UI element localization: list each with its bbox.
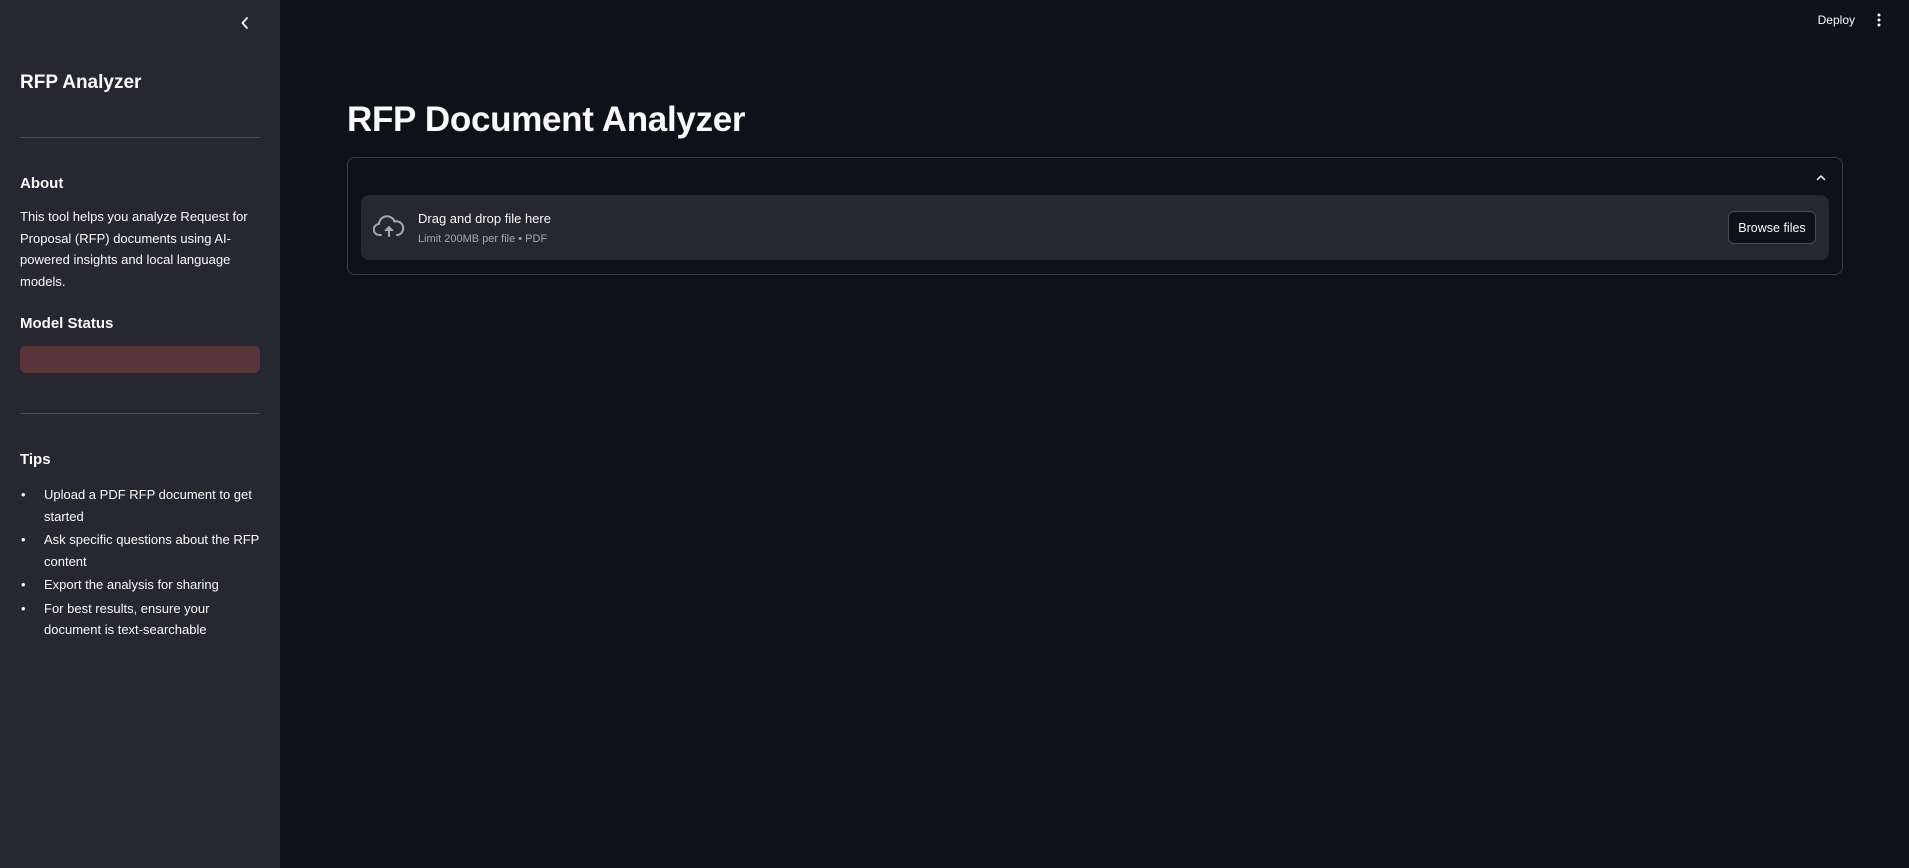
collapse-sidebar-button[interactable] xyxy=(236,12,254,34)
list-item: • For best results, ensure your document… xyxy=(20,598,260,641)
bullet: • xyxy=(21,577,26,592)
main-menu-button[interactable] xyxy=(1873,11,1885,29)
page-title: RFP Document Analyzer xyxy=(347,100,746,139)
upload-expander: Drag and drop file here Limit 200MB per … xyxy=(347,157,1843,275)
tips-list: • Upload a PDF RFP document to get start… xyxy=(20,484,260,643)
dropzone-label: Drag and drop file here xyxy=(418,211,551,226)
chevron-up-icon xyxy=(1816,174,1826,180)
sidebar: RFP Analyzer About This tool helps you a… xyxy=(0,0,280,868)
model-status-heading: Model Status xyxy=(20,315,114,332)
sidebar-title: RFP Analyzer xyxy=(20,72,142,93)
file-dropzone[interactable]: Drag and drop file here Limit 200MB per … xyxy=(361,195,1829,260)
tip-text: Upload a PDF RFP document to get started xyxy=(44,487,252,524)
list-item: • Ask specific questions about the RFP c… xyxy=(20,529,260,572)
tips-heading: Tips xyxy=(20,451,51,468)
about-text: This tool helps you analyze Request for … xyxy=(20,209,248,289)
list-item: • Upload a PDF RFP document to get start… xyxy=(20,484,260,527)
browse-files-button[interactable]: Browse files xyxy=(1728,211,1816,244)
bullet: • xyxy=(21,487,26,502)
divider xyxy=(20,413,260,414)
expander-toggle[interactable] xyxy=(1814,170,1828,184)
chevron-left-icon xyxy=(241,17,248,29)
tip-text: Export the analysis for sharing xyxy=(44,577,219,592)
about-heading: About xyxy=(20,175,64,192)
dropzone-limit-text: Limit 200MB per file • PDF xyxy=(418,233,548,245)
list-item: • Export the analysis for sharing xyxy=(20,574,260,596)
bullet: • xyxy=(21,532,26,547)
kebab-menu-icon xyxy=(1877,13,1881,27)
divider xyxy=(20,137,260,138)
cloud-upload-icon xyxy=(373,215,405,237)
deploy-button[interactable]: Deploy xyxy=(1818,13,1855,27)
bullet: • xyxy=(21,600,26,616)
tip-text: Ask specific questions about the RFP con… xyxy=(44,532,260,569)
model-status-box xyxy=(20,346,260,373)
tip-text: For best results, ensure your document i… xyxy=(44,600,210,638)
